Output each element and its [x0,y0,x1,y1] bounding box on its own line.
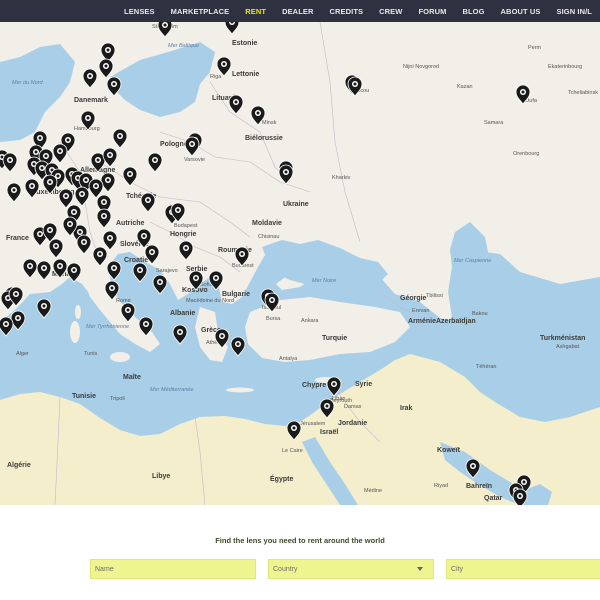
label-ukraine: Ukraine [283,201,309,208]
label-croatie: Croatie [124,257,148,264]
label-medine: Médine [364,488,382,494]
label-chypre: Chypre [302,382,326,389]
nav-item-credits[interactable]: CREDITS [322,7,372,16]
label-alger: Alger [16,351,29,357]
label-danemark: Danemark [74,97,108,104]
label-riyad: Riyad [434,483,448,489]
nav-item-crew[interactable]: CREW [371,7,410,16]
label-azerbaidjan: Azerbaïdjan [436,318,476,325]
label-kazan: Kazan [457,84,473,90]
label-bahrein: Bahreïn [466,483,492,490]
label-bielorussie: Biélorussie [245,135,283,142]
label-samara: Samara [484,120,504,126]
label-damas: Damas [344,404,362,410]
label-perm: Perm [528,45,542,51]
map-canvas[interactable]: Estonie Lettonie Lituanie Biélorussie Da… [0,22,600,505]
label-sarajevo: Sarajevo [156,268,178,274]
label-sea-baltic: Mer Baltique [168,43,199,49]
label-sea-med: Mer Méditerranée [150,387,193,393]
label-bursa: Bursa [266,316,281,322]
label-libye: Libye [152,473,170,480]
nav-item-blog[interactable]: BLOG [454,7,492,16]
label-israel: Israël [320,429,338,436]
map-pin-icon[interactable] [36,298,52,319]
label-tunis: Tunis [84,351,97,357]
label-hongrie: Hongrie [170,231,197,238]
label-malte: Malte [123,374,141,381]
label-pologne: Pologne [160,141,188,148]
label-jordanie: Jordanie [338,420,367,427]
label-kharkiv: Kharkiv [332,175,351,181]
label-tunisie: Tunisie [72,393,96,400]
nav-item-forum[interactable]: FORUM [410,7,454,16]
nav-item-dealer[interactable]: DEALER [274,7,321,16]
nav-item-rent[interactable]: RENT [237,7,274,16]
label-varsovie: Varsovie [184,157,205,163]
label-tripoli: Tripoli [110,396,125,402]
label-autriche: Autriche [116,220,145,227]
top-navigation: LENSES MARKETPLACE RENT DEALER CREDITS CREW FO… [0,0,600,22]
label-armenie: Arménie [408,318,436,325]
map-pin-icon[interactable] [132,262,148,283]
label-ashgabat: Ashgabat [556,344,580,350]
lens-search-form: Find the lens you need to rent around th… [0,505,600,600]
label-albanie: Albanie [170,310,195,317]
label-budapest: Budapest [174,223,198,229]
label-teheran: Téhéran [476,364,497,370]
label-tbilissi: Tbilissi [426,293,443,299]
label-turkmenistan: Turkménistan [540,335,585,342]
label-erevan: Erevan [412,308,429,314]
label-georgie: Géorgie [400,295,427,302]
label-koweit: Koweït [437,447,461,454]
label-le-caire: Le Caire [282,448,303,454]
map-pin-icon[interactable] [172,324,188,345]
label-lettonie: Lettonie [232,71,259,78]
search-title: Find the lens you need to rent around th… [215,536,385,545]
label-ekaterinbourg: Ekaterinbourg [548,64,582,70]
label-riga: Riga [210,74,222,80]
label-antalya: Antalya [279,356,298,362]
name-field[interactable]: Name [90,559,256,579]
label-sea-caspian: Mer Caspienne [454,258,491,264]
nav-item-marketplace[interactable]: MARKETPLACE [163,7,238,16]
chevron-down-icon [417,567,423,571]
nav-item-sign-in-l[interactable]: SIGN IN/L [549,7,600,16]
label-chisinau: Chisinau [258,234,279,240]
label-tcheliabinsk: Tcheliabinsk [568,90,598,96]
label-bulgarie: Bulgarie [222,291,250,298]
label-syrie: Syrie [355,381,372,388]
name-field-placeholder: Name [95,565,114,573]
country-select-placeholder: Country [273,565,298,573]
rental-map[interactable]: Estonie Lettonie Lituanie Biélorussie Da… [0,22,600,505]
label-orenbourg: Orenbourg [513,151,539,157]
label-sea-north: Mer du Nord [12,80,44,86]
label-sea-tyrrhenian: Mer Tyrrhénienne [86,324,129,330]
label-macedoine: Macédoine du Nord [186,298,234,304]
label-minsk: Minsk [262,120,277,126]
label-egypte: Égypte [270,474,293,483]
label-estonie: Estonie [232,40,257,47]
label-france: France [6,235,29,242]
label-sea-black: Mer Noire [312,278,336,284]
country-select[interactable]: Country [268,559,434,579]
map-pin-icon[interactable] [152,274,168,295]
label-bakou: Bakou [472,311,488,317]
label-jerusalem: Jérusalem [300,421,326,427]
label-algerie: Algérie [7,462,31,469]
map-pin-icon[interactable] [326,376,342,397]
label-moldavie: Moldavie [252,220,282,227]
label-qatar: Qatar [484,495,503,502]
label-nijni: Nijni Novgorod [403,64,439,70]
nav-item-about-us[interactable]: ABOUT US [493,7,549,16]
nav-item-lenses[interactable]: LENSES [116,7,163,16]
label-turquie: Turquie [322,335,347,342]
city-select[interactable]: City [446,559,600,579]
label-irak: Irak [400,405,413,412]
label-ankara: Ankara [301,318,319,324]
city-select-placeholder: City [451,565,464,573]
